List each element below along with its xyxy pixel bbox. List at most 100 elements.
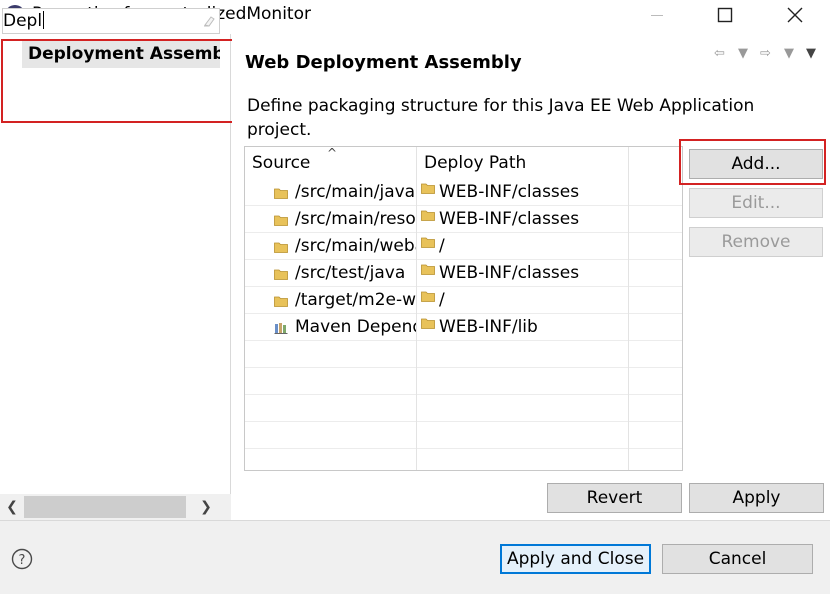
folder-icon [274, 242, 288, 253]
folder-icon [421, 264, 435, 275]
forward-menu-chevron-icon[interactable]: ▼ [784, 46, 794, 61]
table-row[interactable]: /src/main/webapp / [245, 233, 682, 260]
deploy-path-cell: / [417, 233, 629, 260]
minimize-button[interactable] [634, 0, 680, 30]
source-cell: /target/m2e-wtp/web-resources [245, 287, 417, 314]
deploy-path-cell [417, 395, 629, 422]
deploy-path-cell: / [417, 287, 629, 314]
folder-icon [274, 296, 288, 307]
filler-cell [629, 179, 682, 206]
column-header-source[interactable]: Source ^ [245, 147, 417, 179]
folder-icon [274, 269, 288, 280]
filler-cell [629, 422, 682, 449]
scrollbar-thumb[interactable] [24, 496, 186, 518]
filter-input[interactable]: Depl [2, 8, 220, 34]
library-icon [274, 323, 288, 334]
deploy-path-cell [417, 368, 629, 395]
deploy-path-cell: WEB-INF/classes [417, 260, 629, 287]
scroll-left-arrow-icon[interactable]: ❮ [2, 497, 22, 517]
help-icon[interactable]: ? [11, 548, 33, 570]
source-cell: /src/main/resources [245, 206, 417, 233]
close-icon [787, 7, 803, 23]
folder-icon [274, 215, 288, 226]
source-path-text: /src/main/java [295, 182, 416, 202]
highlight-box-add [679, 139, 826, 185]
source-cell [245, 449, 417, 470]
source-path-text: /target/m2e-wtp/web-resources [295, 290, 417, 310]
deploy-path-text: / [439, 290, 445, 310]
source-path-text: /src/main/resources [295, 209, 416, 229]
maximize-button[interactable] [702, 0, 748, 30]
deployment-assembly-table[interactable]: Source ^ Deploy Path /src/main/java WEB-I… [244, 146, 683, 471]
source-cell [245, 395, 417, 422]
deploy-path-cell [417, 341, 629, 368]
folder-icon [421, 210, 435, 221]
source-cell [245, 368, 417, 395]
column-header-deploy-path[interactable]: Deploy Path [417, 147, 629, 179]
apply-button[interactable]: Apply [689, 483, 824, 513]
folder-icon [274, 188, 288, 199]
table-row[interactable]: /src/main/resources WEB-INF/classes [245, 206, 682, 233]
folder-icon [421, 183, 435, 194]
deploy-path-text: / [439, 236, 445, 256]
table-row [245, 341, 682, 368]
filler-cell [629, 341, 682, 368]
source-cell [245, 422, 417, 449]
revert-button[interactable]: Revert [547, 483, 682, 513]
page-description: Define packaging structure for this Java… [247, 96, 755, 140]
table-row[interactable]: /src/test/java WEB-INF/classes [245, 260, 682, 287]
back-menu-chevron-icon[interactable]: ▼ [738, 46, 748, 61]
deploy-path-text: WEB-INF/classes [439, 263, 580, 283]
filler-cell [629, 287, 682, 314]
sidebar-horizontal-scrollbar[interactable]: ❮ ❯ [0, 494, 231, 520]
filler-cell [629, 314, 682, 341]
edit-button[interactable]: Edit... [689, 188, 823, 218]
source-cell: /src/test/java [245, 260, 417, 287]
deploy-path-cell: WEB-INF/lib [417, 314, 629, 341]
apply-and-close-button[interactable]: Apply and Close [500, 544, 651, 574]
source-path-text: /src/main/webapp [295, 236, 416, 256]
text-caret [43, 11, 45, 29]
filter-input-value: Depl [3, 11, 43, 31]
deploy-path-text: WEB-INF/lib [439, 317, 538, 337]
deploy-path-cell: WEB-INF/classes [417, 206, 629, 233]
clear-filter-icon[interactable] [202, 14, 216, 28]
folder-icon [421, 318, 435, 329]
filler-cell [629, 395, 682, 422]
scroll-right-arrow-icon[interactable]: ❯ [196, 497, 216, 517]
minimize-icon [651, 15, 663, 16]
page-navigation: ⇦ ▼ ⇨ ▼ ▼ [712, 46, 824, 66]
source-path-text: /src/test/java [295, 263, 406, 283]
maximize-icon [717, 7, 733, 23]
filler-cell [629, 260, 682, 287]
svg-text:?: ? [19, 553, 26, 568]
remove-button[interactable]: Remove [689, 227, 823, 257]
highlight-box-filter [1, 39, 241, 123]
filler-cell [629, 233, 682, 260]
table-row [245, 449, 682, 470]
table-row [245, 395, 682, 422]
folder-icon [421, 237, 435, 248]
back-arrow-icon[interactable]: ⇦ [714, 46, 725, 61]
table-row [245, 422, 682, 449]
filler-cell [629, 206, 682, 233]
source-cell: /src/main/java [245, 179, 417, 206]
folder-icon [421, 291, 435, 302]
source-cell [245, 341, 417, 368]
deploy-path-cell [417, 449, 629, 470]
cancel-button[interactable]: Cancel [662, 544, 813, 574]
table-row[interactable]: /src/main/java WEB-INF/classes [245, 179, 682, 206]
close-button[interactable] [772, 0, 818, 30]
filler-cell [629, 449, 682, 470]
deploy-path-text: WEB-INF/classes [439, 182, 580, 202]
filler-cell [629, 368, 682, 395]
sort-ascending-icon: ^ [327, 146, 338, 160]
page-title: Web Deployment Assembly [245, 52, 522, 73]
table-row[interactable]: Maven Dependencies WEB-INF/lib [245, 314, 682, 341]
deploy-path-text: WEB-INF/classes [439, 209, 580, 229]
view-menu-chevron-icon[interactable]: ▼ [806, 46, 816, 61]
deploy-path-cell: WEB-INF/classes [417, 179, 629, 206]
forward-arrow-icon[interactable]: ⇨ [760, 46, 771, 61]
table-row [245, 368, 682, 395]
table-row[interactable]: /target/m2e-wtp/web-resources / [245, 287, 682, 314]
